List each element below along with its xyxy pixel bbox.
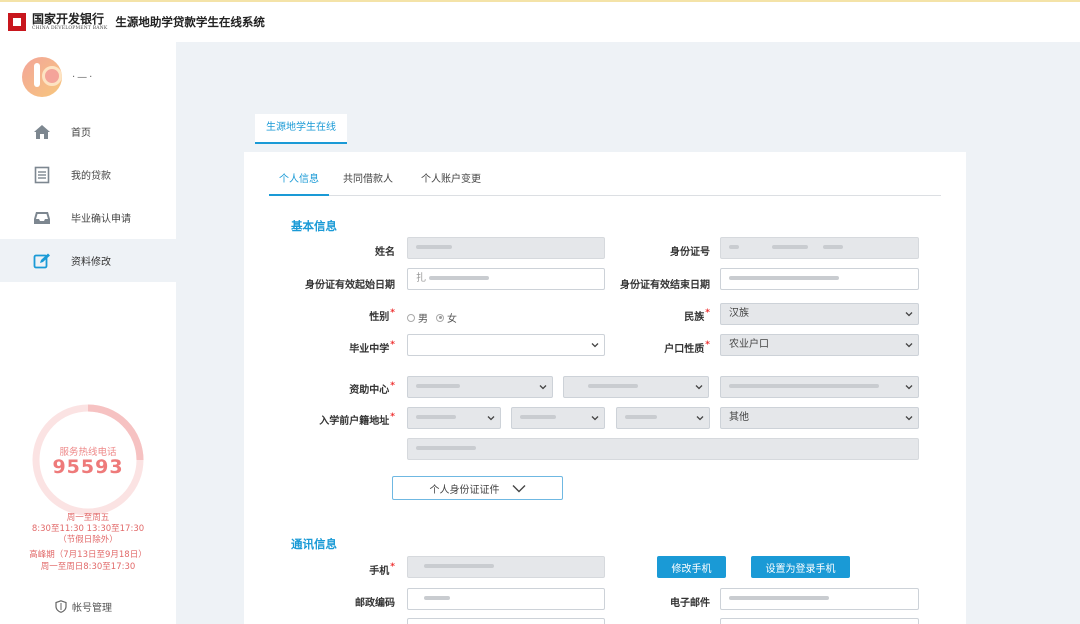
tab-co-borrower[interactable]: 共同借款人 [341,167,395,196]
chevron-down-icon [539,385,547,390]
section-basic-info: 基本信息 [291,219,337,233]
address-county-select[interactable] [616,407,710,429]
gender-male-label: 男 [418,314,428,325]
postal-code-label: 邮政编码 [355,598,395,609]
sidebar-item-label: 我的贷款 [71,171,111,182]
aid-center-province-select[interactable] [407,376,553,398]
chevron-down-icon [905,416,913,421]
peak-period-dates: 高峰期（7月13日至9月18日） [29,550,147,560]
chevron-down-icon [591,343,599,348]
chevron-down-icon [512,484,525,492]
id-start-date-input[interactable]: 扎 [407,268,605,290]
section-contact-info: 通讯信息 [291,537,337,551]
document-icon [33,166,51,184]
high-school-select[interactable] [407,334,605,356]
phone-label: 手机* [369,562,395,577]
address-town-select[interactable]: 其他 [720,407,919,429]
sidebar-item-label: 毕业确认申请 [71,214,131,225]
service-hours-holiday-note: （节假日除外） [58,535,118,545]
modify-phone-button[interactable]: 修改手机 [657,556,726,578]
system-title: 生源地助学贷款学生在线系统 [115,15,265,29]
tab-personal-info[interactable]: 个人信息 [269,167,329,196]
chevron-down-icon [591,416,599,421]
tab-account-change[interactable]: 个人账户变更 [419,167,483,196]
id-end-date-input[interactable] [720,268,919,290]
peak-period-hours: 周一至周日8:30至17:30 [40,562,136,572]
name-field [407,237,605,259]
hukou-type-select[interactable]: 农业户口 [720,334,919,356]
hukou-type-label: 户口性质* [664,340,710,355]
id-number-field [720,237,919,259]
gender-radio-group: 男 女 [407,310,457,325]
avatar[interactable] [22,57,62,97]
ethnicity-select[interactable]: 汉族 [720,303,919,325]
email-input[interactable] [720,588,919,610]
bank-name-cn: 国家开发银行 [32,12,105,26]
name-label: 姓名 [375,247,395,258]
gender-label: 性别* [369,308,395,323]
phone-field [407,556,605,578]
chevron-down-icon [487,416,495,421]
id-documents-expand-button[interactable]: 个人身份证证件 [392,476,563,500]
shield-icon [55,600,67,613]
next-row-input-left[interactable] [407,618,605,624]
account-management-link[interactable]: 帐号管理 [55,599,112,614]
bank-logo[interactable]: 国家开发银行 CHINA DEVELOPMENT BANK [32,12,107,32]
chevron-down-icon [905,343,913,348]
gender-male-radio[interactable] [407,313,415,322]
address-city-select[interactable] [511,407,605,429]
home-icon [33,123,51,141]
bank-logo-icon [8,13,26,31]
account-management-label: 帐号管理 [72,603,112,614]
service-hours-times: 8:30至11:30 13:30至17:30 [31,524,145,534]
id-documents-expand-label: 个人身份证证件 [429,484,500,496]
aid-center-county-select[interactable] [720,376,919,398]
ethnicity-label: 民族* [684,308,710,323]
email-label: 电子邮件 [670,598,710,609]
address-detail-field [407,438,919,460]
aid-center-city-select[interactable] [563,376,709,398]
bank-name-en: CHINA DEVELOPMENT BANK [32,26,108,31]
sidebar-item-label: 资料修改 [71,257,111,268]
high-school-label: 毕业中学* [349,340,395,355]
address-label: 入学前户籍地址* [319,412,395,427]
top-tab-bar: 生源地学生在线 [255,114,347,144]
sidebar-item-my-loans[interactable]: 我的贷款 [0,153,176,196]
service-hours-days: 周一至周五 [66,513,110,523]
sidebar-item-label: 首页 [71,128,91,139]
top-header: 国家开发银行 CHINA DEVELOPMENT BANK 生源地助学贷款学生在… [0,0,1080,42]
id-number-label: 身份证号 [670,247,710,258]
inbox-icon [33,209,51,227]
sidebar: ·—· 首页 我的贷款 毕业确认申请 资料修改 服务热线电话 95593 周一至… [0,42,176,624]
set-login-phone-button[interactable]: 设置为登录手机 [751,556,850,578]
chevron-down-icon [696,416,704,421]
username: ·—· [72,72,95,83]
sidebar-item-home[interactable]: 首页 [0,110,176,153]
address-province-select[interactable] [407,407,501,429]
subtab-bar: 个人信息 共同借款人 个人账户变更 [269,167,941,196]
edit-icon [33,252,51,270]
chevron-down-icon [695,385,703,390]
next-row-input-right[interactable] [720,618,919,624]
id-start-date-label: 身份证有效起始日期 [305,280,395,291]
chevron-down-icon [905,312,913,317]
id-end-date-label: 身份证有效结束日期 [620,280,710,291]
chevron-down-icon [905,385,913,390]
gender-female-radio[interactable] [436,313,444,322]
sidebar-item-graduation-confirm[interactable]: 毕业确认申请 [0,196,176,239]
postal-code-input[interactable] [407,588,605,610]
form-panel: 个人信息 共同借款人 个人账户变更 基本信息 姓名 身份证号 身份证有效起始日期… [244,152,966,624]
aid-center-label: 资助中心* [349,381,395,396]
gender-female-label: 女 [447,314,457,325]
tab-student-online[interactable]: 生源地学生在线 [255,114,347,144]
hotline-number: 95593 [52,456,124,478]
sidebar-item-edit-info[interactable]: 资料修改 [0,239,176,282]
